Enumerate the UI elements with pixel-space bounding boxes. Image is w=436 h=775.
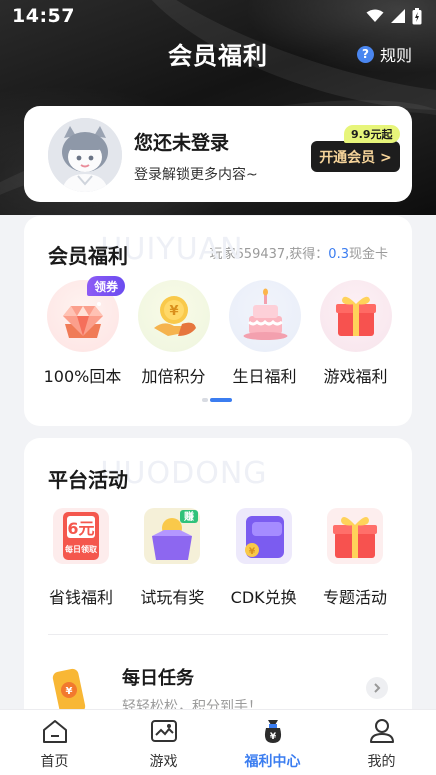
svg-text:¥: ¥ — [270, 732, 277, 742]
signal-icon — [391, 9, 405, 23]
benefit-label: 生日福利 — [232, 367, 297, 386]
svg-text:¥: ¥ — [249, 547, 256, 557]
status-time: 14:57 — [12, 5, 75, 27]
activity-label: 专题活动 — [322, 588, 387, 607]
bottom-navigation: 首页 游戏 ¥ 福利中心 我的 — [0, 709, 436, 775]
svg-text:¥: ¥ — [169, 304, 178, 319]
page-indicator — [202, 398, 234, 402]
activity-label: 试玩有奖 — [140, 588, 205, 607]
benefit-meta-suffix: 现金卡 — [348, 247, 388, 262]
benefit-item[interactable]: 游戏福利 — [310, 280, 401, 390]
rules-link[interactable]: ? 规则 — [356, 42, 412, 66]
page-dot-active — [210, 398, 232, 402]
daily-task-title: 每日任务 — [122, 668, 194, 689]
login-status-subtitle: 登录解锁更多内容~ — [134, 167, 258, 183]
nav-label: 福利中心 — [244, 754, 301, 770]
benefit-label: 加倍积分 — [141, 367, 206, 386]
help-icon: ? — [356, 45, 374, 63]
nav-item-benefits[interactable]: ¥ 福利中心 — [218, 710, 327, 775]
red-envelope-icon: 6元 每日领取 — [47, 502, 115, 570]
benefit-item[interactable]: 生日福利 — [219, 280, 310, 390]
benefit-label: 游戏福利 — [323, 367, 388, 386]
activity-icon-row: 6元 每日领取 省钱福利 赚 试玩有奖 ¥ CDK兑换 专题活动 — [38, 502, 398, 614]
avatar[interactable] — [48, 118, 122, 192]
nav-item-games[interactable]: 游戏 — [109, 710, 218, 775]
envelope-caption: 每日领取 — [65, 544, 97, 554]
cdk-card-icon: ¥ — [230, 502, 298, 570]
earn-badge-text: 赚 — [183, 510, 194, 523]
activity-item[interactable]: 专题活动 — [312, 502, 398, 614]
login-status-title: 您还未登录 — [134, 132, 230, 154]
benefit-item[interactable]: 领券 100%回本 — [37, 276, 128, 390]
benefit-meta-value: 0.3 — [328, 247, 349, 262]
vip-price-badge: 9.9元起 — [344, 125, 400, 143]
page-dot — [202, 398, 208, 402]
svg-text:¥: ¥ — [66, 686, 73, 697]
benefit-item[interactable]: ¥ 加倍积分 — [128, 280, 219, 390]
envelope-amount: 6元 — [67, 519, 94, 538]
activity-item[interactable]: 6元 每日领取 省钱福利 — [38, 502, 124, 614]
default-avatar-icon — [48, 118, 122, 192]
divider — [48, 634, 388, 635]
activity-label: 省钱福利 — [48, 588, 113, 607]
coin-box-icon: 赚 — [138, 502, 206, 570]
section-title: 平台活动 — [48, 468, 128, 492]
activity-item[interactable]: ¥ CDK兑换 — [221, 502, 307, 614]
nav-label: 我的 — [367, 754, 396, 770]
gift-box-icon — [320, 280, 392, 352]
birthday-cake-icon — [229, 280, 301, 352]
status-icons — [366, 7, 422, 25]
status-bar: 14:57 — [0, 0, 436, 32]
wifi-icon — [366, 9, 384, 22]
chevron-right-icon[interactable] — [366, 677, 388, 699]
battery-icon — [412, 7, 422, 24]
platform-activity-card: HUODONG 平台活动 6元 每日领取 省钱福利 赚 试玩有奖 ¥ CDK兑换… — [24, 438, 412, 728]
game-icon — [151, 720, 177, 742]
benefit-bag-icon: ¥ — [264, 720, 282, 743]
user-login-card[interactable]: 您还未登录 登录解锁更多内容~ 开通会员 > 9.9元起 — [24, 106, 412, 202]
coupon-badge: 领券 — [87, 276, 126, 296]
nav-label: 游戏 — [149, 754, 178, 770]
member-benefits-card: HUIYUAN 会员福利 玩家659437,获得：0.3现金卡 领券 100%回… — [24, 216, 412, 426]
home-icon — [43, 720, 67, 743]
coin-hand-icon: ¥ — [138, 280, 210, 352]
activity-label: CDK兑换 — [230, 588, 297, 607]
benefit-icon-row: 领券 100%回本 ¥ 加倍积分 生日福利 游戏福利 — [24, 276, 412, 390]
section-title: 会员福利 — [48, 244, 128, 268]
open-vip-button[interactable]: 开通会员 > — [311, 141, 400, 172]
rules-label: 规则 — [379, 46, 412, 65]
benefit-label: 100%回本 — [43, 367, 122, 386]
nav-item-profile[interactable]: 我的 — [327, 710, 436, 775]
profile-icon — [370, 719, 394, 743]
nav-label: 首页 — [40, 754, 69, 770]
title-bar: 会员福利 ? 规则 — [0, 32, 436, 76]
activity-item[interactable]: 赚 试玩有奖 — [129, 502, 215, 614]
gift-box-icon — [321, 502, 389, 570]
nav-item-home[interactable]: 首页 — [0, 710, 109, 775]
